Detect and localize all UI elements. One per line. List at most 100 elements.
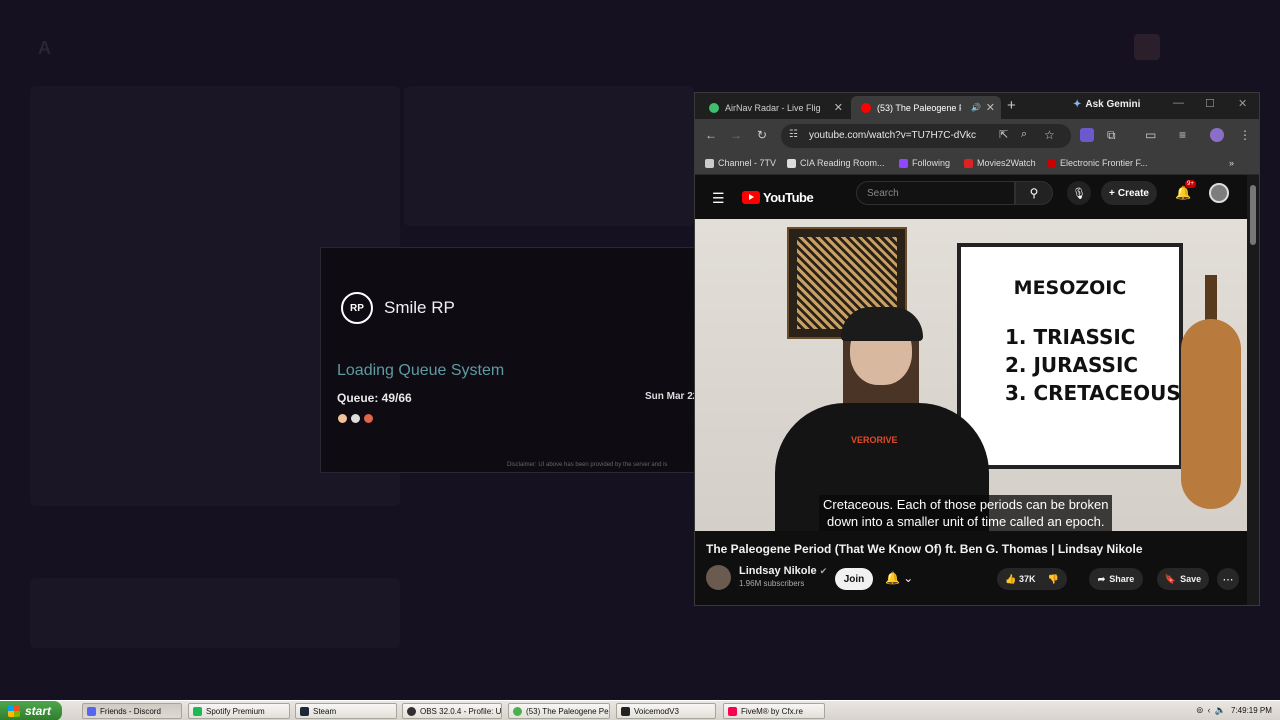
extension-shield-icon[interactable] bbox=[1080, 128, 1094, 142]
taskbar-item-label: Spotify Premium bbox=[206, 706, 265, 716]
ask-gemini-button[interactable]: ✦ Ask Gemini bbox=[1073, 99, 1140, 110]
board-item: 3. CRETACEOUS bbox=[1005, 381, 1181, 405]
like-dislike-group: 👍 37K 👎 bbox=[997, 568, 1067, 590]
youtube-header: ☰ YouTube Search ⚲ 🎙 + Create 🔔 9+ bbox=[695, 175, 1249, 219]
media-control-icon[interactable]: ≡ bbox=[1179, 128, 1186, 142]
notification-badge: 9+ bbox=[1185, 180, 1196, 188]
profile-avatar-icon[interactable] bbox=[1210, 128, 1224, 142]
bookmark-item[interactable]: CIA Reading Room... bbox=[787, 158, 885, 168]
board-item: 1. TRIASSIC bbox=[1005, 325, 1136, 349]
subscription-bell-icon[interactable]: 🔔 ⌄ bbox=[885, 571, 913, 585]
youtube-logo[interactable]: YouTube bbox=[742, 190, 814, 205]
taskbar-item-label: VoicemodV3 bbox=[634, 706, 679, 716]
system-tray: ⊚ ‹ 🔈 bbox=[1196, 705, 1226, 716]
save-label: Save bbox=[1180, 574, 1202, 584]
bookmark-item[interactable]: Channel - 7TV bbox=[705, 158, 776, 168]
bookmark-star-icon[interactable]: ☆ bbox=[1044, 128, 1055, 142]
close-tab-icon[interactable]: ✕ bbox=[834, 101, 843, 114]
youtube-page: ☰ YouTube Search ⚲ 🎙 + Create 🔔 9+ MESOZ… bbox=[695, 175, 1249, 605]
bg-logo-icon: A bbox=[38, 38, 51, 58]
back-icon[interactable]: ← bbox=[705, 128, 717, 142]
start-button[interactable]: start bbox=[0, 701, 62, 720]
skull-emoji-icon bbox=[351, 414, 360, 423]
search-button[interactable]: ⚲ bbox=[1015, 181, 1053, 205]
server-logo-icon: RP bbox=[341, 292, 373, 324]
bg-panel-bottom bbox=[30, 578, 400, 648]
taskbar-item-label: Friends - Discord bbox=[100, 706, 161, 716]
tab-youtube[interactable]: (53) The Paleogene P... 🔊 ✕ bbox=[851, 96, 1001, 119]
install-app-icon[interactable]: ⇱ bbox=[999, 128, 1008, 141]
taskbar-item-steam[interactable]: Steam bbox=[295, 703, 397, 719]
fivem-icon bbox=[728, 706, 737, 716]
channel-name: Lindsay Nikole bbox=[739, 565, 817, 577]
channel-avatar[interactable] bbox=[706, 565, 731, 590]
save-button[interactable]: 🔖 Save bbox=[1157, 568, 1209, 590]
new-tab-button[interactable]: + bbox=[1007, 97, 1016, 114]
bookmark-item[interactable]: Electronic Frontier F... bbox=[1047, 158, 1148, 168]
taskbar-item-spotify[interactable]: Spotify Premium bbox=[188, 703, 290, 719]
bookmark-item[interactable]: Following bbox=[899, 158, 950, 168]
spotify-icon bbox=[193, 706, 202, 716]
taskbar-item-label: Steam bbox=[313, 706, 337, 716]
audio-playing-icon[interactable]: 🔊 bbox=[971, 103, 981, 112]
network-icon[interactable]: ⊚ bbox=[1196, 705, 1204, 716]
bookmark-label: Electronic Frontier F... bbox=[1060, 158, 1148, 168]
bookmark-item[interactable]: Movies2Watch bbox=[964, 158, 1036, 168]
close-window-button[interactable]: ✕ bbox=[1238, 97, 1247, 110]
site-info-icon[interactable]: ☷ bbox=[789, 129, 798, 140]
channel-name-link[interactable]: Lindsay Nikole ✔ bbox=[739, 565, 827, 577]
start-label: start bbox=[25, 704, 52, 718]
presenter-hat bbox=[841, 307, 923, 341]
bg-button-icon bbox=[1134, 34, 1160, 60]
bookmark-label: CIA Reading Room... bbox=[800, 158, 885, 168]
menu-icon[interactable]: ☰ bbox=[712, 190, 725, 207]
thumbs-down-icon[interactable]: 👎 bbox=[1048, 574, 1059, 585]
browser-window: AirNav Radar - Live Flight ✕ (53) The Pa… bbox=[694, 92, 1260, 606]
voice-search-button[interactable]: 🎙 bbox=[1067, 181, 1091, 205]
gemini-spark-icon: ✦ bbox=[1073, 99, 1082, 110]
thumbs-up-icon: 👍 bbox=[1005, 573, 1017, 584]
taskbar-item-obs[interactable]: OBS 32.0.4 - Profile: U... bbox=[402, 703, 502, 719]
taskbar-item-discord[interactable]: Friends - Discord bbox=[82, 703, 182, 719]
create-button[interactable]: + Create bbox=[1101, 181, 1157, 205]
taskbar: start Friends - Discord Spotify Premium … bbox=[0, 700, 1280, 720]
bookmark-label: Movies2Watch bbox=[977, 158, 1036, 168]
disclaimer-text: Disclaimer: UI above has been provided b… bbox=[507, 462, 668, 468]
volume-icon[interactable]: 🔈 bbox=[1215, 705, 1226, 716]
like-button[interactable]: 👍 37K bbox=[1005, 574, 1035, 585]
youtube-wordmark: YouTube bbox=[763, 190, 814, 205]
share-button[interactable]: ➦ Share bbox=[1089, 568, 1143, 590]
extensions-puzzle-icon[interactable]: ⧉ bbox=[1107, 128, 1116, 143]
bookmarks-overflow-icon[interactable]: » bbox=[1229, 158, 1234, 168]
address-bar[interactable]: ☷ youtube.com/watch?v=TU7H7C-dVkc bbox=[781, 124, 1071, 148]
scrollbar-thumb[interactable] bbox=[1250, 185, 1256, 245]
taskbar-item-fivem[interactable]: FiveM® by Cfx.re bbox=[723, 703, 825, 719]
show-hidden-icon[interactable]: ‹ bbox=[1208, 705, 1211, 716]
forward-icon[interactable]: → bbox=[730, 128, 742, 142]
emoji-row bbox=[338, 414, 373, 423]
menu-kebab-icon[interactable]: ⋮ bbox=[1239, 128, 1251, 142]
tab-airnav[interactable]: AirNav Radar - Live Flight ✕ bbox=[699, 96, 849, 119]
bookmark-label: Channel - 7TV bbox=[718, 158, 777, 168]
bg-panel-top bbox=[404, 86, 694, 226]
account-avatar[interactable] bbox=[1209, 183, 1229, 203]
close-tab-icon[interactable]: ✕ bbox=[986, 101, 995, 114]
video-player[interactable]: MESOZOIC 1. TRIASSIC 2. JURASSIC 3. CRET… bbox=[695, 219, 1249, 531]
taskbar-item-voicemod[interactable]: VoicemodV3 bbox=[616, 703, 716, 719]
more-actions-icon[interactable]: ⋯ bbox=[1217, 568, 1239, 590]
zoom-icon[interactable]: ⌕ bbox=[1021, 128, 1027, 141]
search-input[interactable]: Search bbox=[856, 181, 1015, 205]
maximize-button[interactable]: ☐ bbox=[1205, 97, 1215, 110]
taskbar-item-label: FiveM® by Cfx.re bbox=[741, 706, 803, 716]
taskbar-clock[interactable]: 7:49:19 PM bbox=[1231, 706, 1272, 715]
reload-icon[interactable]: ↻ bbox=[757, 128, 767, 142]
queue-modal: RP Smile RP Loading Queue System Queue: … bbox=[320, 247, 696, 473]
join-button[interactable]: Join bbox=[835, 568, 873, 590]
minimize-button[interactable]: — bbox=[1173, 97, 1184, 109]
caption-line: down into a smaller unit of time called … bbox=[826, 514, 1105, 529]
tab-label: AirNav Radar - Live Flight bbox=[725, 102, 821, 113]
taskbar-item-chrome[interactable]: (53) The Paleogene Pe... bbox=[508, 703, 610, 719]
cast-icon[interactable]: ▭ bbox=[1145, 128, 1156, 142]
steam-icon bbox=[300, 706, 309, 716]
microphone-icon: 🎙 bbox=[1072, 187, 1086, 200]
